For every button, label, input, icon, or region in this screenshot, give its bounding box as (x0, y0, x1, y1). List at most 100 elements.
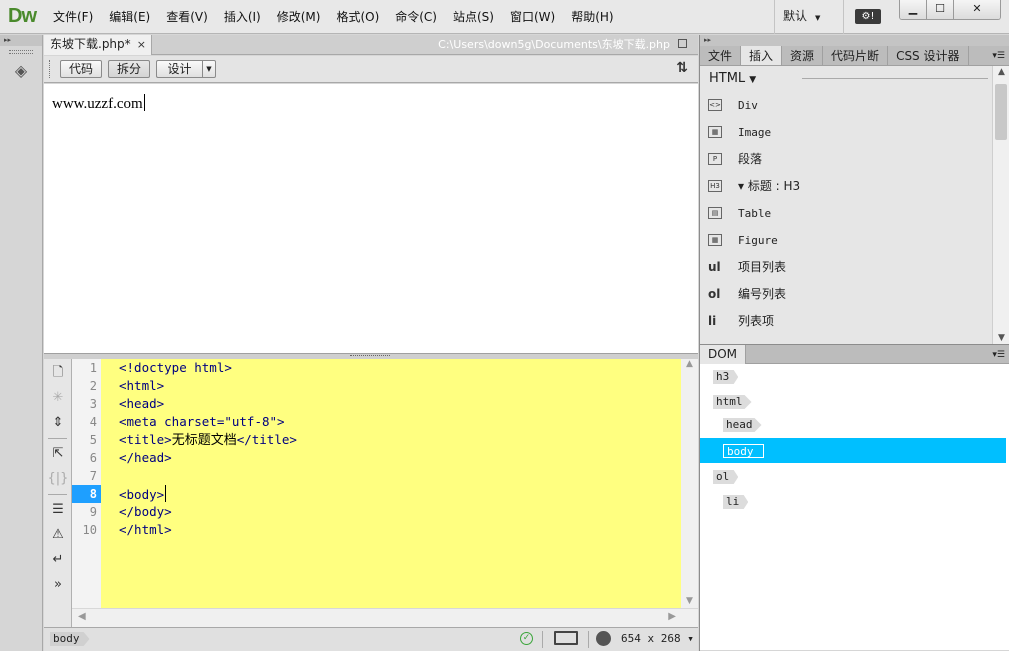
panel-menu-icon[interactable]: ▾☰ (992, 46, 1005, 66)
tab-css-designer[interactable]: CSS 设计器 (888, 46, 969, 65)
insert-div[interactable]: <> Div (700, 92, 1009, 119)
toolbar-separator (48, 438, 67, 439)
dom-tag: html (713, 395, 752, 409)
expand-panel-icon[interactable]: ▸▸ (0, 35, 42, 46)
insert-image[interactable]: ▦ Image (700, 119, 1009, 146)
menu-insert[interactable]: 插入(I) (216, 0, 269, 34)
menu-window[interactable]: 窗口(W) (502, 0, 563, 34)
insert-panel-scrollbar[interactable]: ▲ ▼ (992, 66, 1009, 344)
menu-format[interactable]: 格式(O) (328, 0, 387, 34)
insert-heading[interactable]: H3 ▾ 标题 : H3 (700, 173, 1009, 200)
code-tag: <title> (119, 432, 172, 447)
insert-ordered-list[interactable]: ol 编号列表 (700, 281, 1009, 308)
split-view-button[interactable]: 拆分 (108, 60, 150, 78)
insert-item-label: 段落 (738, 152, 763, 166)
coding-toolbar: 🗋 ✳ ⇕ ⇱ {|} ☰ ⚠ ↵ » (44, 359, 72, 627)
code-editor[interactable]: <!doctype html> <html> <head> <meta char… (101, 359, 681, 608)
drag-grip[interactable] (9, 50, 33, 54)
tag-selector-body[interactable]: body (50, 632, 90, 646)
panel-tabs: 文件 插入 资源 代码片断 CSS 设计器 ▾☰ (700, 46, 1009, 66)
expand-all-icon[interactable]: ⇕ (44, 412, 72, 434)
dom-node-ol[interactable]: ol (700, 464, 1006, 489)
preview-browser-icon[interactable] (596, 631, 611, 646)
tab-files[interactable]: 文件 (700, 46, 742, 65)
maximize-button[interactable]: ☐ (927, 0, 954, 19)
tab-dom[interactable]: DOM (700, 345, 747, 364)
ordered-list-icon: ol (708, 287, 721, 301)
table-icon: ▤ (708, 207, 722, 219)
chevron-down-icon: ▾ (687, 632, 694, 645)
line-number: 9 (89, 505, 97, 519)
design-content[interactable]: www.uzzf.com (52, 94, 145, 113)
close-tab-icon[interactable]: × (137, 35, 146, 54)
tab-assets[interactable]: 资源 (782, 46, 824, 65)
window-size[interactable]: 654 x 268 ▾ (621, 632, 694, 645)
collapse-panel-icon[interactable]: ▸▸ (700, 35, 1009, 46)
insert-category-select[interactable]: HTML ▼ (700, 66, 1009, 92)
dom-node-body[interactable]: body (700, 438, 1006, 463)
code-line: </html> (119, 522, 172, 537)
scroll-right-icon[interactable]: ▶ (668, 611, 676, 622)
file-transfer-icon[interactable]: ⇅ (676, 60, 688, 76)
menu-site[interactable]: 站点(S) (445, 0, 502, 34)
minimize-button[interactable]: ▁ (900, 0, 927, 19)
scroll-left-icon[interactable]: ◀ (78, 611, 86, 622)
scroll-down-icon[interactable]: ▼ (993, 333, 1009, 343)
show-code-navigator-icon[interactable]: ✳ (44, 387, 72, 409)
dom-node-head[interactable]: head (700, 412, 1006, 437)
tab-insert[interactable]: 插入 (741, 46, 783, 65)
tab-snippets[interactable]: 代码片断 (823, 46, 889, 65)
sync-settings-button[interactable]: ⚙! (855, 9, 881, 24)
panel-menu-icon[interactable]: ▾☰ (992, 345, 1005, 365)
highlight-invalid-code-icon[interactable]: ⚠ (44, 524, 72, 546)
code-line: </head> (119, 450, 172, 465)
word-wrap-icon[interactable]: ↵ (44, 549, 72, 571)
menu-modify[interactable]: 修改(M) (269, 0, 329, 34)
code-view-button[interactable]: 代码 (60, 60, 102, 78)
scroll-down-icon[interactable]: ▼ (681, 596, 698, 606)
restore-document-icon[interactable] (678, 39, 687, 48)
document-tab[interactable]: 东坡下载.php* × (44, 35, 152, 55)
insert-figure[interactable]: ▦ Figure (700, 227, 1009, 254)
scroll-up-icon[interactable]: ▲ (681, 359, 698, 369)
dom-node-h3[interactable]: h3 (700, 364, 1006, 389)
text-caret (165, 485, 167, 502)
insert-unordered-list[interactable]: ul 项目列表 (700, 254, 1009, 281)
code-vertical-scrollbar[interactable]: ▲ ▼ (681, 359, 698, 608)
insert-paragraph[interactable]: P 段落 (700, 146, 1009, 173)
toolbar-separator (48, 494, 67, 495)
document-tab-label: 东坡下载.php* (50, 37, 131, 51)
line-numbers-icon[interactable]: ☰ (44, 499, 72, 521)
toolbar-grip (49, 60, 51, 78)
scroll-up-icon[interactable]: ▲ (993, 67, 1009, 77)
menu-edit[interactable]: 编辑(E) (101, 0, 158, 34)
more-tools-icon[interactable]: » (44, 574, 72, 596)
close-button[interactable]: ✕ (954, 0, 1000, 19)
div-icon: <> (708, 99, 722, 111)
balance-braces-icon[interactable]: {|} (44, 468, 72, 490)
scrollbar-thumb[interactable] (995, 84, 1007, 140)
insert-table[interactable]: ▤ Table (700, 200, 1009, 227)
menu-help[interactable]: 帮助(H) (563, 0, 621, 34)
menu-file[interactable]: 文件(F) (45, 0, 101, 34)
menu-commands[interactable]: 命令(C) (387, 0, 445, 34)
design-view-dropdown[interactable]: ▼ (202, 60, 216, 78)
dom-node-html[interactable]: html (700, 389, 1006, 414)
open-documents-icon[interactable]: 🗋 (44, 362, 72, 384)
dom-node-li[interactable]: li (700, 489, 1006, 514)
figure-icon: ▦ (708, 234, 722, 246)
line-number: 10 (82, 523, 97, 537)
design-view[interactable]: www.uzzf.com (44, 84, 698, 354)
design-view-button[interactable]: 设计 (156, 60, 202, 78)
code-horizontal-scrollbar[interactable]: ◀ ▶ (72, 608, 698, 627)
insert-item-label: ▾ 标题 : H3 (738, 179, 801, 193)
insert-list-item[interactable]: li 列表项 (700, 308, 1009, 335)
status-separator (588, 631, 589, 648)
menu-view[interactable]: 查看(V) (158, 0, 216, 34)
layers-icon[interactable]: ◈ (10, 60, 32, 82)
no-errors-icon[interactable]: ✓ (520, 632, 533, 645)
workspace-switcher[interactable]: 默认 ▼ (774, 0, 844, 34)
device-preview-icon[interactable] (554, 631, 578, 645)
select-parent-tag-icon[interactable]: ⇱ (44, 443, 72, 465)
